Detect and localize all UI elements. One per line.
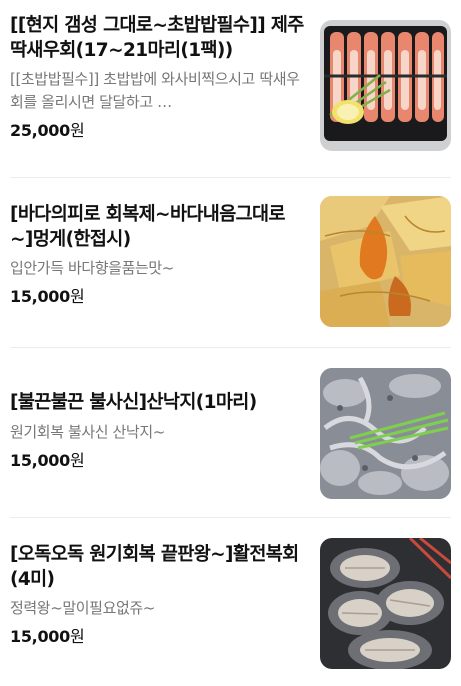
menu-item[interactable]: [[현지 갬성 그대로~초밥밥필수]] 제주 딱새우회(17~21마리(1팩))… bbox=[0, 0, 461, 178]
menu-item-title: [불끈불끈 불사신]산낙지(1마리) bbox=[10, 392, 257, 413]
menu-item-price: 25,000원 bbox=[10, 120, 306, 142]
price-currency: 원 bbox=[69, 450, 85, 470]
menu-item-description: 입안가득 바다향을품는맛~ bbox=[10, 259, 174, 277]
octopus-photo[interactable] bbox=[320, 368, 451, 499]
price-currency: 원 bbox=[69, 287, 85, 306]
menu-item-price: 15,000원 bbox=[10, 450, 306, 472]
shrimp-photo[interactable] bbox=[320, 20, 451, 151]
menu-item-text: [바다의피로 회복제~바다내음그대로~]멍게(한접시) 입안가득 바다향을품는맛… bbox=[10, 203, 306, 308]
menu-item-price: 15,000원 bbox=[10, 626, 306, 648]
menu-item[interactable]: [불끈불끈 불사신]산낙지(1마리) 원기회복 불사신 산낙지~ 15,000원 bbox=[0, 348, 461, 518]
menu-item-title: [바다의피로 회복제~바다내음그대로~]멍게(한접시) bbox=[10, 204, 286, 250]
price-value: 15,000 bbox=[10, 450, 70, 470]
sea-squirt-photo[interactable] bbox=[320, 196, 451, 327]
price-value: 25,000 bbox=[10, 121, 70, 140]
price-value: 15,000 bbox=[10, 287, 70, 306]
menu-item-text: [오독오독 원기회복 끝판왕~]활전복회(4미) 정력왕~말이필요없쥬~ 15,… bbox=[10, 543, 306, 648]
price-value: 15,000 bbox=[10, 627, 70, 646]
menu-item-description: 원기회복 불사신 산낙지~ bbox=[10, 422, 165, 441]
menu-item-description: [[초밥밥필수]] 초밥밥에 와사비찍으시고 딱새우회를 올리시면 달달하고 … bbox=[10, 70, 300, 111]
abalone-photo[interactable] bbox=[320, 538, 451, 669]
menu-item-description: 정력왕~말이필요없쥬~ bbox=[10, 599, 155, 617]
menu-item[interactable]: [오독오독 원기회복 끝판왕~]활전복회(4미) 정력왕~말이필요없쥬~ 15,… bbox=[0, 518, 461, 686]
menu-item-price: 15,000원 bbox=[10, 286, 306, 308]
menu-item-text: [불끈불끈 불사신]산낙지(1마리) 원기회복 불사신 산낙지~ 15,000원 bbox=[10, 391, 306, 472]
menu-item-title: [오독오독 원기회복 끝판왕~]활전복회(4미) bbox=[10, 544, 299, 590]
menu-item-title: [[현지 갬성 그대로~초밥밥필수]] 제주 딱새우회(17~21마리(1팩)) bbox=[10, 15, 304, 61]
price-currency: 원 bbox=[69, 627, 85, 646]
menu-item[interactable]: [바다의피로 회복제~바다내음그대로~]멍게(한접시) 입안가득 바다향을품는맛… bbox=[0, 178, 461, 348]
menu-item-text: [[현지 갬성 그대로~초밥밥필수]] 제주 딱새우회(17~21마리(1팩))… bbox=[10, 14, 306, 142]
price-currency: 원 bbox=[69, 121, 85, 140]
